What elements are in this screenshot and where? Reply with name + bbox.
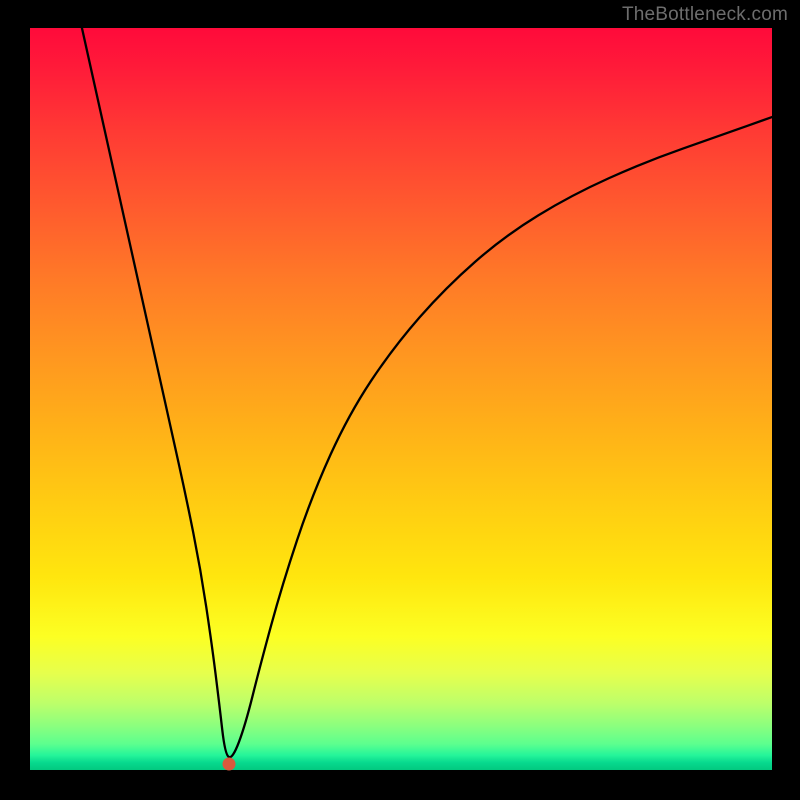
optimal-point-marker <box>222 758 235 771</box>
bottleneck-curve <box>30 28 772 770</box>
plot-area <box>30 28 772 770</box>
chart-frame: TheBottleneck.com <box>0 0 800 800</box>
watermark-text: TheBottleneck.com <box>622 4 788 26</box>
